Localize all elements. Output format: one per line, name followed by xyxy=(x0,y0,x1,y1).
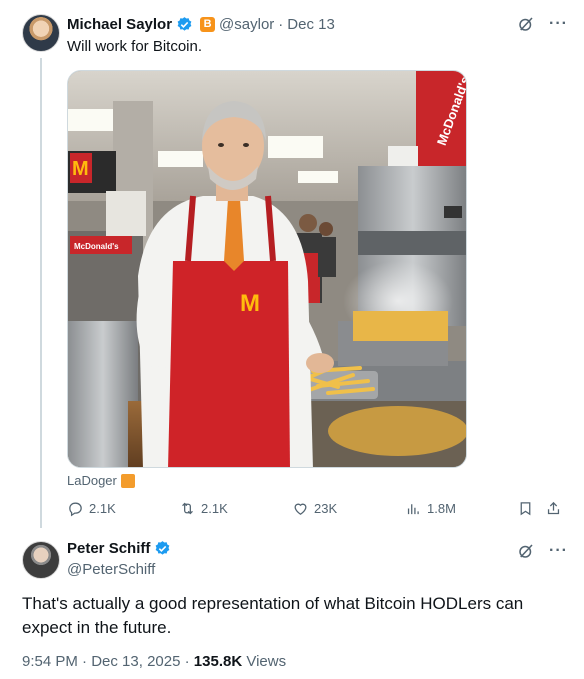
tweet-thread: Michael Saylor B @saylor · Dec 13 ··· Wi… xyxy=(0,0,584,679)
tweet-meta: 9:54 PM · Dec 13, 2025 · 135.8K Views xyxy=(22,653,286,670)
avatar[interactable] xyxy=(22,14,60,52)
repost-button[interactable]: 2.1K xyxy=(179,500,228,517)
repost-icon xyxy=(182,502,193,515)
repost-count: 2.1K xyxy=(201,501,228,516)
tweet-top-actions: ··· xyxy=(517,14,568,34)
grok-icon[interactable] xyxy=(517,15,535,33)
tweet-action-bar: 2.1K 2.1K 23K 1.8M xyxy=(67,500,562,520)
bookmark-button[interactable] xyxy=(517,500,534,517)
image-caption: LaDoger xyxy=(67,473,135,488)
reply-icon xyxy=(69,502,82,517)
handle[interactable]: @PeterSchiff xyxy=(67,561,155,578)
mcd-sign-left: McDonald's xyxy=(74,242,119,251)
views-count[interactable]: 135.8K xyxy=(194,653,242,670)
tweet-text: Will work for Bitcoin. xyxy=(67,38,203,55)
thread-connector-line xyxy=(40,58,42,528)
caption-text: LaDoger xyxy=(67,473,117,488)
display-name[interactable]: Peter Schiff xyxy=(67,540,150,557)
reply-button[interactable]: 2.1K xyxy=(67,500,116,517)
view-count: 1.8M xyxy=(427,501,456,516)
bookmark-icon xyxy=(520,502,531,516)
more-options-icon[interactable]: ··· xyxy=(549,15,568,33)
separator: · xyxy=(184,653,190,670)
verified-badge-icon xyxy=(177,16,192,31)
like-count: 23K xyxy=(314,501,338,516)
analytics-icon xyxy=(407,504,419,515)
separator: · xyxy=(278,15,284,33)
mcd-apron-logo: M xyxy=(240,290,260,317)
verified-badge-icon xyxy=(155,541,170,555)
tweet-header: Peter Schiff xyxy=(67,540,171,557)
separator: · xyxy=(82,653,88,670)
tweet-date[interactable]: Dec 13, 2025 xyxy=(91,653,180,670)
display-name[interactable]: Michael Saylor xyxy=(67,16,172,33)
tweet-text: That's actually a good representation of… xyxy=(22,594,524,637)
views-button[interactable]: 1.8M xyxy=(405,500,456,517)
tweet-image[interactable]: M McDonald's McDonald's M xyxy=(67,70,467,468)
mcd-logo-left: M xyxy=(72,158,89,180)
orange-square-icon xyxy=(120,473,135,488)
more-options-icon[interactable]: ··· xyxy=(549,542,568,560)
timestamp[interactable]: Dec 13 xyxy=(287,16,335,33)
grok-icon[interactable] xyxy=(517,542,535,560)
affiliate-badge-icon: B xyxy=(200,16,216,32)
heart-icon xyxy=(294,503,307,515)
reply-count: 2.1K xyxy=(89,501,116,516)
share-button[interactable] xyxy=(545,500,562,517)
avatar[interactable] xyxy=(22,541,60,579)
like-button[interactable]: 23K xyxy=(292,500,337,517)
share-icon xyxy=(547,501,560,515)
handle[interactable]: @saylor xyxy=(219,16,274,33)
views-label: Views xyxy=(246,653,287,670)
tweet-header: Michael Saylor B @saylor · Dec 13 xyxy=(67,14,335,34)
tweet-time[interactable]: 9:54 PM xyxy=(22,653,78,670)
tweet-top-actions: ··· xyxy=(517,541,568,561)
